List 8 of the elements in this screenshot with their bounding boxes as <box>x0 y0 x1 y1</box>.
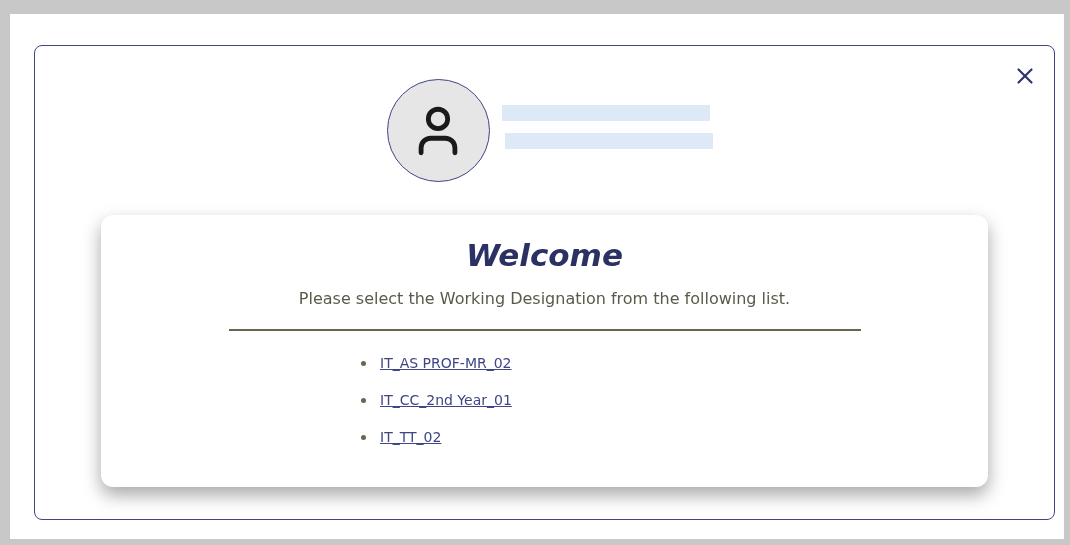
designation-link[interactable]: IT_TT_02 <box>380 427 442 447</box>
instruction-text: Please select the Working Designation from the following list. <box>298 288 791 310</box>
designation-link[interactable]: IT_CC_2nd Year_01 <box>380 390 512 410</box>
welcome-title: Welcome <box>466 236 623 275</box>
bullet-icon <box>361 397 366 403</box>
designation-link[interactable]: IT_AS PROF-MR_02 <box>380 353 512 373</box>
bullet-icon <box>361 360 366 366</box>
bullet-icon <box>361 434 366 440</box>
